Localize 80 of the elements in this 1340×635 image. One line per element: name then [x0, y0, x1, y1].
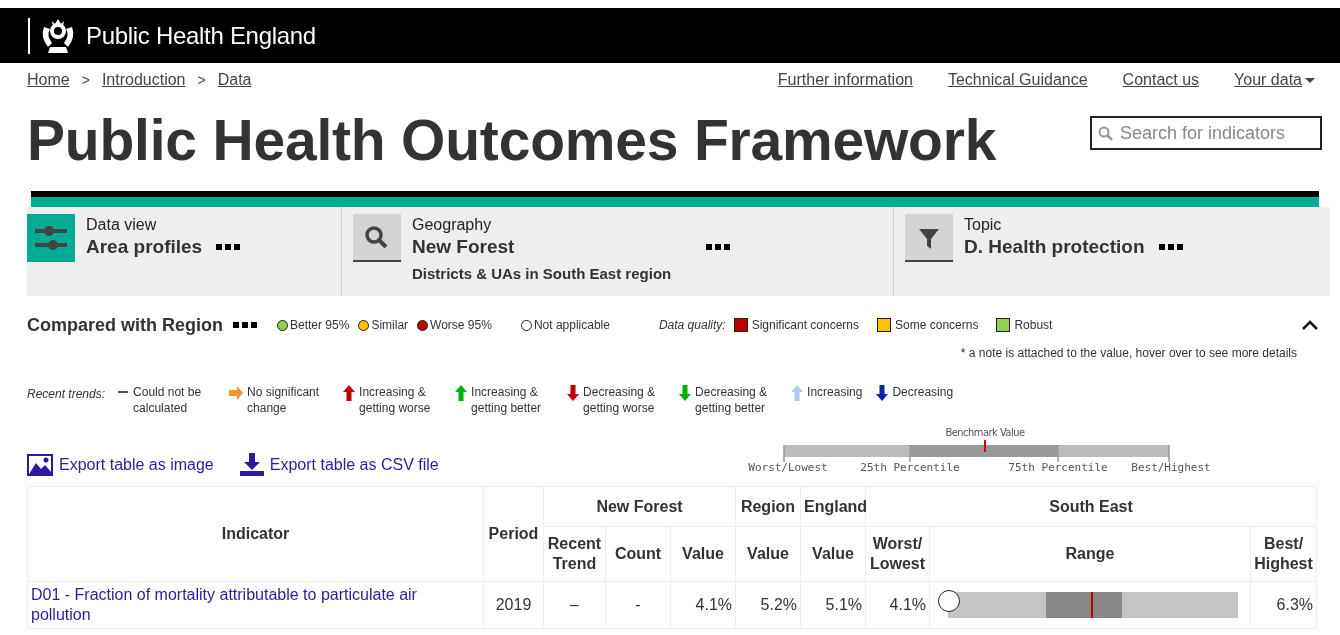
nav-link[interactable]: Further information [777, 71, 913, 89]
selector-label: Data view [86, 216, 158, 234]
column-header: South East [865, 486, 1317, 527]
legend-label: Data quality: [658, 318, 726, 332]
legend-label: Decreasing & getting worse [583, 384, 657, 416]
collapse-icon[interactable] [1302, 319, 1318, 331]
legend-label: Similar [371, 318, 409, 332]
selector-subtitle: Districts & UAs in South East region [412, 265, 673, 282]
legend-label: Robust [1014, 318, 1053, 332]
export-link[interactable]: Export table as CSV file [239, 453, 439, 476]
selector-label: Geography [412, 216, 493, 234]
column-header: Range [929, 526, 1251, 582]
column-header: Value [670, 526, 736, 582]
benchmark-label: 75th Percentile [1008, 461, 1108, 474]
benchmark-label: Benchmark Value [944, 426, 1026, 439]
table-cell: - [605, 581, 671, 629]
column-header: Worst/ Lowest [865, 526, 930, 582]
table-cell: 5.2% [735, 581, 801, 629]
legend-label: Increasing & getting worse [359, 384, 432, 416]
table-cell: 2019 [483, 581, 544, 629]
column-header: Value [735, 526, 801, 582]
more-icon[interactable] [706, 244, 731, 250]
legend-label: Decreasing [892, 384, 954, 400]
organisation-name: Public Health England [86, 21, 316, 50]
benchmark-label: Worst/Lowest [748, 461, 828, 474]
column-header: Value [800, 526, 866, 582]
selector-value: Area profiles [86, 236, 203, 258]
legend-label: No significant change [247, 384, 321, 416]
search-icon[interactable] [353, 214, 401, 262]
breadcrumb-separator: > [81, 72, 90, 88]
more-icon[interactable] [216, 244, 241, 250]
selector-label: Topic [964, 216, 1003, 234]
legend-label: Recent trends: [27, 387, 106, 401]
filter-icon[interactable] [905, 214, 953, 262]
more-icon[interactable] [1158, 244, 1183, 250]
nav-link[interactable]: Technical Guidance [947, 71, 1088, 89]
breadcrumb-link[interactable]: Data [217, 71, 252, 89]
legend-title: Compared with Region [27, 314, 223, 336]
legend-label: Increasing [807, 384, 863, 400]
image-icon [27, 453, 53, 476]
download-icon [239, 453, 264, 476]
breadcrumb-separator: > [197, 72, 206, 88]
search-icon [1098, 126, 1113, 141]
legend-label: Some concerns [895, 318, 979, 332]
legend-label: Significant concerns [751, 318, 860, 332]
legend-label: Better 95% [290, 318, 350, 332]
column-header: New Forest [543, 486, 736, 527]
nav-link[interactable]: Your data [1234, 71, 1302, 89]
table-cell: 4.1% [670, 581, 736, 629]
column-header: Period [483, 486, 544, 582]
caret-icon [1305, 77, 1315, 83]
selector-value: D. Health protection [964, 236, 1145, 258]
benchmark-label: Best/Highest [1131, 461, 1211, 474]
column-header: Best/ Highest [1250, 526, 1317, 582]
search-field[interactable]: Search for indicators [1090, 116, 1322, 150]
breadcrumb-link[interactable]: Home [27, 71, 70, 89]
table-cell: 4.1% [865, 581, 930, 629]
benchmark-label: 25th Percentile [860, 461, 960, 474]
column-header: Region [735, 486, 801, 527]
column-header: Count [605, 526, 671, 582]
page-title: Public Health Outcomes Framework [27, 111, 997, 169]
selector-value: New Forest [412, 236, 515, 258]
column-header: England [800, 486, 866, 527]
legend-label: Decreasing & getting better [695, 384, 769, 416]
legend-label: Increasing & getting better [471, 384, 543, 416]
column-header: Recent Trend [543, 526, 606, 582]
export-link[interactable]: Export table as image [27, 453, 214, 476]
more-icon[interactable] [233, 322, 257, 328]
sliders-icon[interactable] [27, 214, 75, 262]
note-mark: * [960, 346, 966, 360]
nav-link[interactable]: Contact us [1122, 71, 1200, 89]
legend-label: Not applicable [533, 318, 610, 332]
breadcrumb-link[interactable]: Introduction [101, 71, 186, 89]
table-cell: – [543, 581, 606, 629]
column-header: Indicator [27, 486, 484, 582]
note-text: a note is attached to the value, hover over to see more details [968, 346, 1297, 360]
table-cell: 5.1% [800, 581, 866, 629]
legend-label: Could not be calculated [133, 384, 203, 416]
legend-label: Worse 95% [430, 318, 492, 332]
table-cell: 6.3% [1250, 581, 1317, 629]
